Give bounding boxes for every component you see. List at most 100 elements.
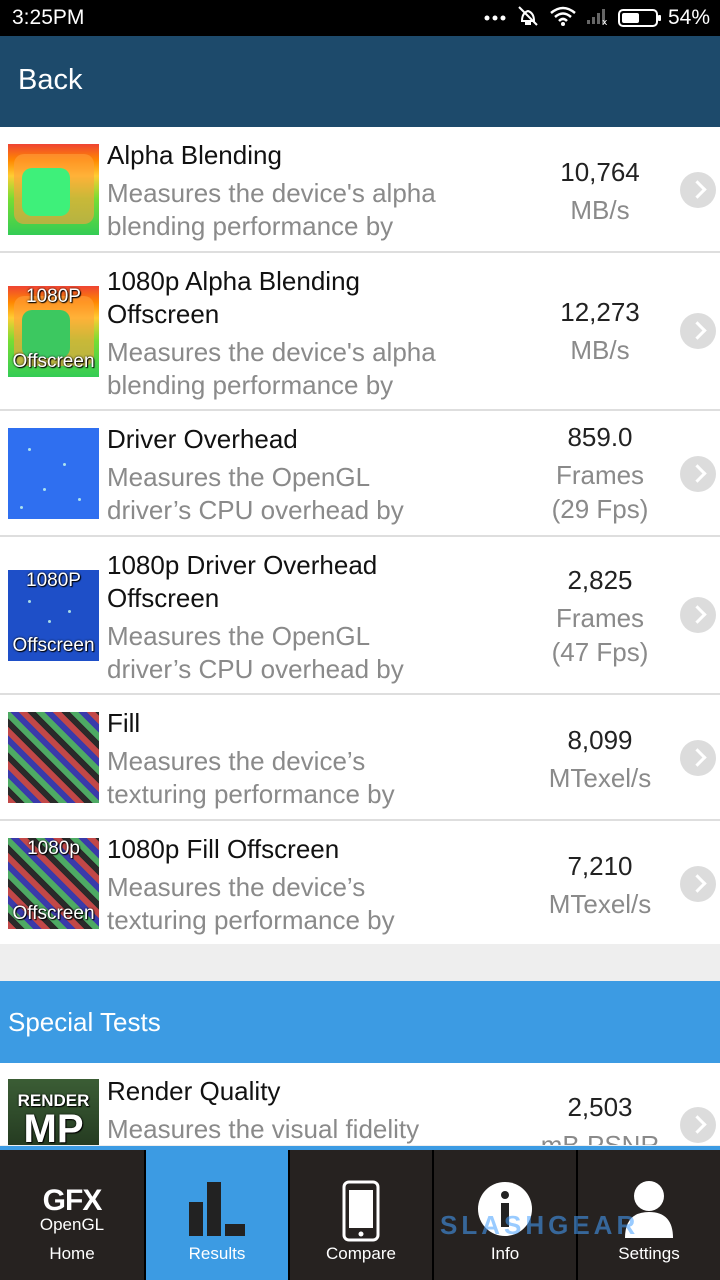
- row-text: Driver Overhead Measures the OpenGL driv…: [107, 423, 507, 527]
- thumb-label: 1080P: [26, 570, 81, 591]
- row-text: Render Quality Measures the visual fidel…: [107, 1075, 507, 1145]
- battery-percent: 54%: [667, 6, 710, 29]
- tab-home[interactable]: GFX OpenGL Home: [0, 1150, 144, 1280]
- driver-overhead-thumbnail: [8, 428, 99, 519]
- test-description: driver’s CPU overhead by: [107, 495, 404, 525]
- thumb-label: Offscreen: [12, 635, 95, 656]
- thumb-label: 1080P: [26, 286, 81, 307]
- test-description: blending performance by: [107, 370, 394, 400]
- score: 10,764 MB/s: [515, 153, 685, 229]
- list-item[interactable]: 1080P Offscreen 1080p Alpha Blending Off…: [0, 253, 720, 411]
- chevron-right-icon[interactable]: [680, 313, 716, 349]
- test-description: Measures the OpenGL: [107, 462, 371, 492]
- score: 7,210 MTexel/s: [515, 847, 685, 923]
- bar-chart-icon: [187, 1180, 247, 1243]
- test-description: Measures the device's alpha: [107, 178, 436, 208]
- score-value: 10,764: [560, 157, 640, 187]
- svg-text:x: x: [602, 18, 608, 25]
- score-unit: Frames: [555, 603, 645, 633]
- alpha-blending-offscreen-thumbnail: 1080P Offscreen: [8, 286, 99, 377]
- list-item[interactable]: Fill Measures the device’s texturing per…: [0, 695, 720, 821]
- score-unit: MB/s: [570, 195, 630, 225]
- test-title: Alpha Blending: [107, 140, 282, 170]
- signal-icon: x: [586, 7, 608, 30]
- status-icons: x 54%: [484, 5, 710, 31]
- phone-icon: [342, 1180, 380, 1247]
- bottom-tab-bar: GFX OpenGL Home Results Compare Info Set…: [0, 1146, 720, 1280]
- thumb-label: Offscreen: [12, 351, 95, 372]
- test-title: 1080p Driver Overhead: [107, 550, 378, 580]
- test-description: driver’s CPU overhead by: [107, 654, 404, 684]
- gfx-opengl-logo-icon: GFX OpenGL: [12, 1186, 132, 1234]
- chevron-right-icon[interactable]: [680, 456, 716, 492]
- battery-fill: [621, 13, 639, 23]
- test-description: Measures the visual fidelity: [107, 1114, 420, 1144]
- score-fps: (29 Fps): [551, 494, 649, 524]
- test-description: Measures the device’s: [107, 746, 366, 776]
- tab-label: Settings: [618, 1244, 680, 1263]
- tab-label: Info: [490, 1244, 520, 1263]
- score: 8,099 MTexel/s: [515, 721, 685, 797]
- score-unit: MTexel/s: [548, 763, 652, 793]
- score-unit: MB/s: [570, 335, 630, 365]
- row-text: Fill Measures the device’s texturing per…: [107, 707, 507, 811]
- tab-label: Home: [49, 1244, 95, 1263]
- score-value: 2,825: [567, 565, 633, 595]
- test-title: Fill: [107, 708, 141, 738]
- score-unit: Frames: [555, 460, 645, 490]
- score: 12,273 MB/s: [515, 293, 685, 369]
- thumb-label: Offscreen: [12, 903, 95, 924]
- tab-label: Results: [188, 1244, 246, 1263]
- render-quality-thumbnail: RENDER MP: [8, 1079, 99, 1145]
- wifi-icon: [550, 6, 576, 31]
- driver-overhead-offscreen-thumbnail: 1080P Offscreen: [8, 570, 99, 661]
- fill-thumbnail: [8, 712, 99, 803]
- list-item[interactable]: Driver Overhead Measures the OpenGL driv…: [0, 411, 720, 537]
- score-unit: MTexel/s: [548, 889, 652, 919]
- score-fps: (47 Fps): [551, 637, 649, 667]
- logo-gfx: GFX: [42, 1184, 103, 1217]
- test-description: Measures the device's alpha: [107, 337, 436, 367]
- chevron-right-icon[interactable]: [680, 172, 716, 208]
- row-text: 1080p Driver Overhead Offscreen Measures…: [107, 549, 507, 686]
- test-title-line2: Offscreen: [107, 299, 220, 329]
- info-icon: [476, 1180, 534, 1243]
- alpha-blending-thumbnail: [8, 144, 99, 235]
- back-button[interactable]: Back: [18, 64, 82, 97]
- thumb-label: 1080p: [27, 838, 80, 859]
- section-spacer: [0, 944, 720, 981]
- tab-settings[interactable]: Settings: [576, 1150, 720, 1280]
- chevron-right-icon[interactable]: [680, 740, 716, 776]
- row-text: 1080p Alpha Blending Offscreen Measures …: [107, 265, 507, 402]
- score: 2,825 Frames (47 Fps): [515, 561, 685, 671]
- battery-icon: [617, 9, 661, 27]
- score-unit: mB PSNR: [540, 1130, 660, 1145]
- list-item[interactable]: 1080P Offscreen 1080p Driver Overhead Of…: [0, 537, 720, 695]
- score-value: 12,273: [560, 297, 640, 327]
- user-icon: [623, 1180, 675, 1243]
- section-title: Special Tests: [8, 1007, 161, 1037]
- score-value: 2,503: [567, 1092, 633, 1122]
- logo-opengl: OpenGL: [39, 1215, 105, 1234]
- list-item[interactable]: Alpha Blending Measures the device's alp…: [0, 127, 720, 253]
- test-title: Driver Overhead: [107, 424, 298, 454]
- more-dots-icon: [484, 9, 506, 27]
- list-item[interactable]: 1080p Offscreen 1080p Fill Offscreen Mea…: [0, 821, 720, 946]
- row-text: Alpha Blending Measures the device's alp…: [107, 139, 507, 243]
- test-description: Measures the device’s: [107, 872, 366, 902]
- chevron-right-icon[interactable]: [680, 866, 716, 902]
- list-item[interactable]: RENDER MP Render Quality Measures the vi…: [0, 1063, 720, 1145]
- score-value: 8,099: [567, 725, 633, 755]
- tab-info[interactable]: Info: [432, 1150, 576, 1280]
- tab-compare[interactable]: Compare: [288, 1150, 432, 1280]
- chevron-right-icon[interactable]: [680, 597, 716, 633]
- score: 859.0 Frames (29 Fps): [515, 418, 685, 528]
- tab-results[interactable]: Results: [144, 1150, 288, 1280]
- header-bar: Back: [0, 36, 720, 127]
- status-time: 3:25PM: [12, 6, 85, 29]
- score: 2,503 mB PSNR: [515, 1088, 685, 1145]
- chevron-right-icon[interactable]: [680, 1107, 716, 1143]
- test-description: texturing performance by: [107, 905, 395, 935]
- row-text: 1080p Fill Offscreen Measures the device…: [107, 833, 507, 937]
- test-title: 1080p Alpha Blending: [107, 266, 361, 296]
